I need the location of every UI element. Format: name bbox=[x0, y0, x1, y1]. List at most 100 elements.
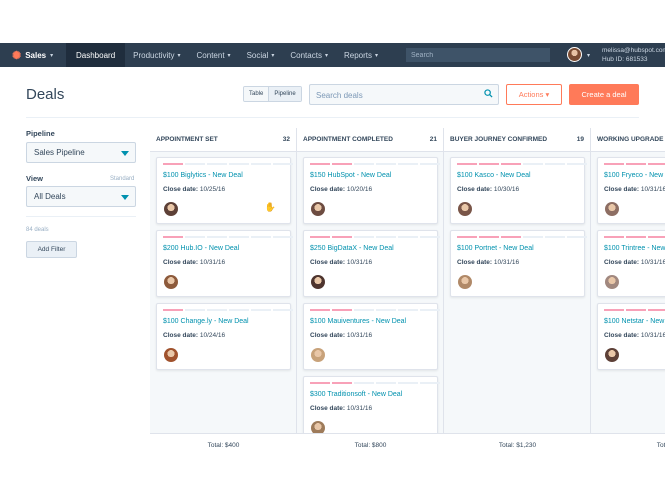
nav-item-reports[interactable]: Reports ▾ bbox=[336, 43, 386, 67]
stage-progress-segment bbox=[185, 236, 205, 238]
deal-owner-avatar[interactable] bbox=[458, 275, 472, 289]
deal-title[interactable]: $300 Traditionsoft - New Deal bbox=[310, 391, 402, 398]
caret-down-icon bbox=[121, 195, 129, 200]
close-date-label: Close date: bbox=[457, 186, 493, 193]
stage-progress-segment bbox=[376, 382, 396, 384]
stage-progress-segment bbox=[207, 163, 227, 165]
deal-card[interactable]: $200 Hub.IO - New Deal Close date: 10/31/… bbox=[156, 230, 293, 297]
pipeline-view-button[interactable]: Pipeline bbox=[268, 87, 301, 101]
stage-progress-segment bbox=[545, 236, 565, 238]
stage-progress-segment bbox=[457, 163, 477, 165]
deal-card[interactable]: $100 Kasco - New Deal Close date: 10/30/1… bbox=[450, 157, 587, 224]
stage-progress-segment bbox=[229, 309, 249, 311]
create-deal-button[interactable]: Create a deal bbox=[569, 84, 639, 105]
column-title: APPOINTMENT COMPLETED bbox=[303, 136, 393, 143]
nav-item-content[interactable]: Content ▾ bbox=[189, 43, 239, 67]
deal-card[interactable]: $100 Biglytics - New Deal Close date: 10/… bbox=[156, 157, 293, 224]
column-header: BUYER JOURNEY CONFIRMED 19 bbox=[444, 128, 590, 152]
deal-card[interactable]: $100 Fryeco - New Deal Close date: 10/31/… bbox=[597, 157, 665, 224]
stage-progress-segment bbox=[332, 309, 352, 311]
deal-title[interactable]: $100 Kasco - New Deal bbox=[457, 172, 531, 179]
nav-item-dashboard[interactable]: Dashboard bbox=[66, 43, 126, 67]
stage-progress-segment bbox=[332, 236, 352, 238]
user-account-info[interactable]: melissa@hubspot.com Hub ID: 681533 bbox=[602, 46, 665, 64]
stage-progress bbox=[310, 236, 440, 238]
deal-owner-avatar[interactable] bbox=[311, 202, 325, 216]
deal-card[interactable]: $100 Netstar - New Deal Close date: 10/31… bbox=[597, 303, 665, 370]
brand-label: Sales bbox=[25, 50, 47, 60]
view-select-value: All Deals bbox=[34, 192, 66, 201]
deal-title[interactable]: $250 BigDataX - New Deal bbox=[310, 245, 394, 252]
deal-owner-avatar[interactable] bbox=[458, 202, 472, 216]
deal-owner-avatar[interactable] bbox=[605, 202, 619, 216]
stage-progress-segment bbox=[163, 163, 183, 165]
stage-progress bbox=[163, 309, 293, 311]
deal-card[interactable]: $150 HubSpot - New Deal Close date: 10/20… bbox=[303, 157, 440, 224]
stage-progress-segment bbox=[376, 236, 396, 238]
stage-progress bbox=[457, 236, 587, 238]
close-date-value: 10/31/16 bbox=[346, 332, 373, 339]
deal-search-input[interactable] bbox=[310, 86, 470, 105]
stage-progress-segment bbox=[479, 236, 499, 238]
deal-card[interactable]: $100 Trintree - New Deal Close date: 10/3… bbox=[597, 230, 665, 297]
deal-title[interactable]: $100 Mauiventures - New Deal bbox=[310, 318, 406, 325]
stage-progress-segment bbox=[648, 309, 665, 311]
pipeline-select[interactable]: Sales Pipeline bbox=[26, 142, 136, 163]
column-count: 21 bbox=[429, 136, 437, 143]
page-title: Deals bbox=[26, 86, 65, 103]
stage-progress-segment bbox=[523, 236, 543, 238]
stage-progress-segment bbox=[604, 163, 624, 165]
deal-card[interactable]: $100 Portnet - New Deal Close date: 10/31… bbox=[450, 230, 587, 297]
close-date-label: Close date: bbox=[163, 186, 199, 193]
stage-progress-segment bbox=[545, 163, 565, 165]
brand-menu[interactable]: ✺ Sales ▾ bbox=[0, 49, 66, 62]
close-date-label: Close date: bbox=[604, 332, 640, 339]
deal-title[interactable]: $150 HubSpot - New Deal bbox=[310, 172, 391, 179]
deal-owner-avatar[interactable] bbox=[605, 348, 619, 362]
deal-owner-avatar[interactable] bbox=[605, 275, 619, 289]
column-title: APPOINTMENT SET bbox=[156, 136, 218, 143]
global-search-input[interactable] bbox=[406, 48, 550, 62]
deal-title[interactable]: $100 Fryeco - New Deal bbox=[604, 172, 665, 179]
deal-owner-avatar[interactable] bbox=[311, 348, 325, 362]
actions-button[interactable]: Actions ▾ bbox=[506, 84, 562, 105]
close-date-value: 10/30/16 bbox=[493, 186, 520, 193]
close-date-value: 10/31/16 bbox=[493, 259, 520, 266]
nav-item-productivity[interactable]: Productivity ▾ bbox=[125, 43, 188, 67]
column-count: 32 bbox=[282, 136, 290, 143]
deal-title[interactable]: $100 Netstar - New Deal bbox=[604, 318, 665, 325]
deal-title[interactable]: $100 Biglytics - New Deal bbox=[163, 172, 243, 179]
column-total: Total: $800 bbox=[297, 433, 444, 457]
stage-progress bbox=[604, 236, 665, 238]
view-select[interactable]: All Deals bbox=[26, 186, 136, 207]
chevron-down-icon[interactable]: ▾ bbox=[587, 52, 590, 59]
deal-card[interactable]: $100 Change.ly - New Deal Close date: 10/… bbox=[156, 303, 293, 370]
deal-owner-avatar[interactable] bbox=[164, 202, 178, 216]
deal-owner-avatar[interactable] bbox=[164, 348, 178, 362]
chevron-down-icon: ▾ bbox=[374, 52, 378, 59]
nav-item-label: Social bbox=[246, 50, 269, 60]
nav-item-contacts[interactable]: Contacts ▾ bbox=[282, 43, 336, 67]
nav-item-social[interactable]: Social ▾ bbox=[239, 43, 283, 67]
nav-menu: Dashboard Productivity ▾ Content ▾ Social ▾ Con… bbox=[66, 43, 386, 67]
column-body: $100 Biglytics - New Deal Close date: 10/… bbox=[150, 152, 296, 433]
column-title: WORKING UPGRADE bbox=[597, 136, 664, 143]
add-filter-button[interactable]: Add Filter bbox=[26, 241, 77, 258]
deal-title[interactable]: $200 Hub.IO - New Deal bbox=[163, 245, 239, 252]
user-avatar[interactable] bbox=[567, 47, 582, 62]
deal-owner-avatar[interactable] bbox=[164, 275, 178, 289]
deal-close-date: Close date: 10/30/16 bbox=[457, 186, 519, 193]
search-icon[interactable] bbox=[484, 89, 493, 98]
deal-title[interactable]: $100 Trintree - New Deal bbox=[604, 245, 665, 252]
divider bbox=[26, 117, 639, 118]
deal-card[interactable]: $100 Mauiventures - New Deal Close date: … bbox=[303, 303, 440, 370]
deal-owner-avatar[interactable] bbox=[311, 275, 325, 289]
table-view-button[interactable]: Table bbox=[244, 87, 269, 101]
deal-title[interactable]: $100 Change.ly - New Deal bbox=[163, 318, 249, 325]
deal-card[interactable]: $250 BigDataX - New Deal Close date: 10/3… bbox=[303, 230, 440, 297]
nav-item-label: Contacts bbox=[290, 50, 322, 60]
close-date-label: Close date: bbox=[457, 259, 493, 266]
deal-title[interactable]: $100 Portnet - New Deal bbox=[457, 245, 534, 252]
drag-hand-icon[interactable]: ✋ bbox=[265, 202, 276, 213]
deal-close-date: Close date: 10/31/16 bbox=[163, 259, 225, 266]
